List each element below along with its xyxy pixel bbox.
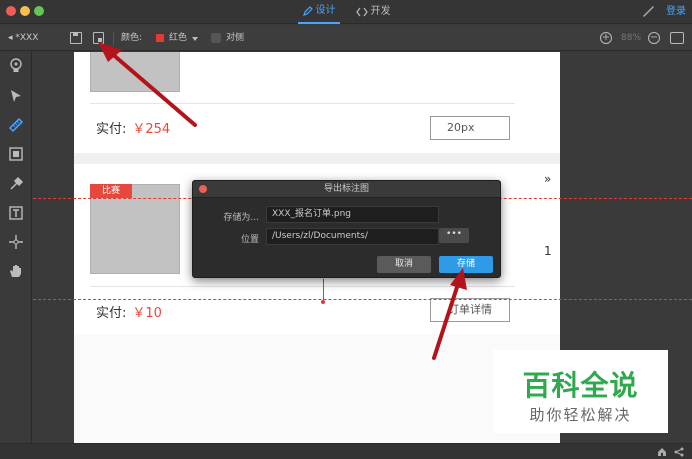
tool-hint[interactable]	[8, 58, 24, 74]
order-card-1: 实付: ￥254 20px	[74, 52, 560, 153]
order-detail-button: 订单详情	[430, 298, 510, 322]
home-icon[interactable]	[657, 447, 667, 457]
title-bar: 设计 开发 登录	[0, 0, 692, 24]
export-dialog: 导出标注图 存储为... XXX_报名订单.png 位置 /Users/zl/D…	[192, 180, 501, 278]
cursor-icon	[11, 90, 21, 102]
text-icon	[9, 206, 23, 220]
category-badge: 比赛	[90, 184, 132, 198]
tab-dev[interactable]: 开发	[352, 0, 394, 24]
location-label: 位置	[240, 235, 259, 245]
watermark-logo: 百科全说 助你轻松解决	[493, 350, 668, 433]
save-as-label: 存储为...	[223, 213, 259, 223]
browse-button[interactable]: •••	[439, 228, 469, 243]
opposite-checkbox[interactable]	[211, 33, 221, 43]
dialog-title: 导出标注图	[323, 184, 369, 194]
color-swatch[interactable]	[156, 34, 164, 42]
save-icon[interactable]	[70, 32, 82, 44]
tool-hand[interactable]	[8, 263, 24, 279]
card-divider	[90, 286, 515, 287]
brush-icon[interactable]	[641, 4, 655, 18]
document-name: *XXX	[15, 33, 39, 43]
fit-screen-icon[interactable]	[670, 32, 684, 44]
opposite-label: 对侧	[226, 33, 245, 43]
color-label: 颜色:	[121, 33, 143, 43]
pay-label: 实付:	[96, 306, 127, 321]
card-divider	[90, 103, 515, 104]
measurement-label: 20px	[430, 116, 510, 140]
tool-measure[interactable]	[8, 117, 24, 133]
tab-design-label: 设计	[315, 5, 336, 16]
toolbar-divider	[113, 32, 114, 45]
tool-text[interactable]	[8, 205, 24, 221]
eyedropper-icon	[10, 176, 24, 190]
bulb-icon	[10, 58, 22, 72]
close-window-button[interactable]	[6, 6, 16, 16]
watermark-subtitle: 助你轻松解决	[529, 406, 632, 424]
tool-color-picker[interactable]	[8, 176, 24, 192]
hand-icon	[10, 265, 21, 277]
tab-dev-label: 开发	[370, 6, 391, 17]
product-thumbnail	[90, 52, 180, 92]
measure-point	[321, 300, 325, 304]
tool-coordinate[interactable]	[8, 234, 24, 250]
document-tab[interactable]: ◂ *XXX	[8, 25, 38, 51]
zoom-out-icon[interactable]: −	[648, 32, 660, 44]
pay-amount: ￥10	[132, 306, 162, 321]
chevron-down-icon[interactable]	[192, 37, 198, 41]
login-link[interactable]: 登录	[666, 0, 686, 24]
share-icon[interactable]	[674, 447, 684, 457]
tool-area[interactable]	[8, 146, 24, 162]
code-icon	[355, 7, 368, 17]
watermark-title: 百科全说	[522, 369, 639, 402]
tool-sidebar	[0, 52, 32, 443]
zoom-level: 88%	[621, 33, 642, 43]
pay-row: 实付: ￥254	[96, 118, 170, 137]
maximize-window-button[interactable]	[34, 6, 44, 16]
toolbar: ◂ *XXX 颜色: 红色 对侧 + 88% −	[0, 25, 692, 51]
zoom-in-icon[interactable]: +	[600, 32, 612, 44]
crosshair-icon	[9, 235, 23, 249]
color-select[interactable]: 红色	[169, 25, 187, 51]
file-name-input[interactable]: XXX_报名订单.png	[266, 206, 439, 223]
guide-line	[33, 299, 692, 300]
cancel-button[interactable]: 取消	[377, 256, 431, 273]
pay-row: 实付: ￥10	[96, 302, 162, 321]
tab-design[interactable]: 设计	[298, 0, 340, 24]
pay-label: 实付:	[96, 122, 127, 137]
status-bar	[0, 443, 692, 459]
card-gap	[74, 153, 560, 164]
tool-select[interactable]	[8, 88, 24, 104]
export-annotation-icon[interactable]	[93, 32, 104, 44]
dialog-header: 导出标注图	[193, 181, 500, 198]
save-button[interactable]: 存储	[439, 256, 493, 273]
location-input[interactable]: /Users/zl/Documents/	[266, 228, 439, 245]
pay-amount: ￥254	[132, 122, 171, 137]
side-mark: 1	[544, 244, 552, 258]
area-icon	[9, 147, 23, 161]
pencil-icon	[302, 6, 313, 16]
minimize-window-button[interactable]	[20, 6, 30, 16]
ruler-icon	[8, 117, 24, 133]
more-indicator: »	[544, 172, 552, 186]
